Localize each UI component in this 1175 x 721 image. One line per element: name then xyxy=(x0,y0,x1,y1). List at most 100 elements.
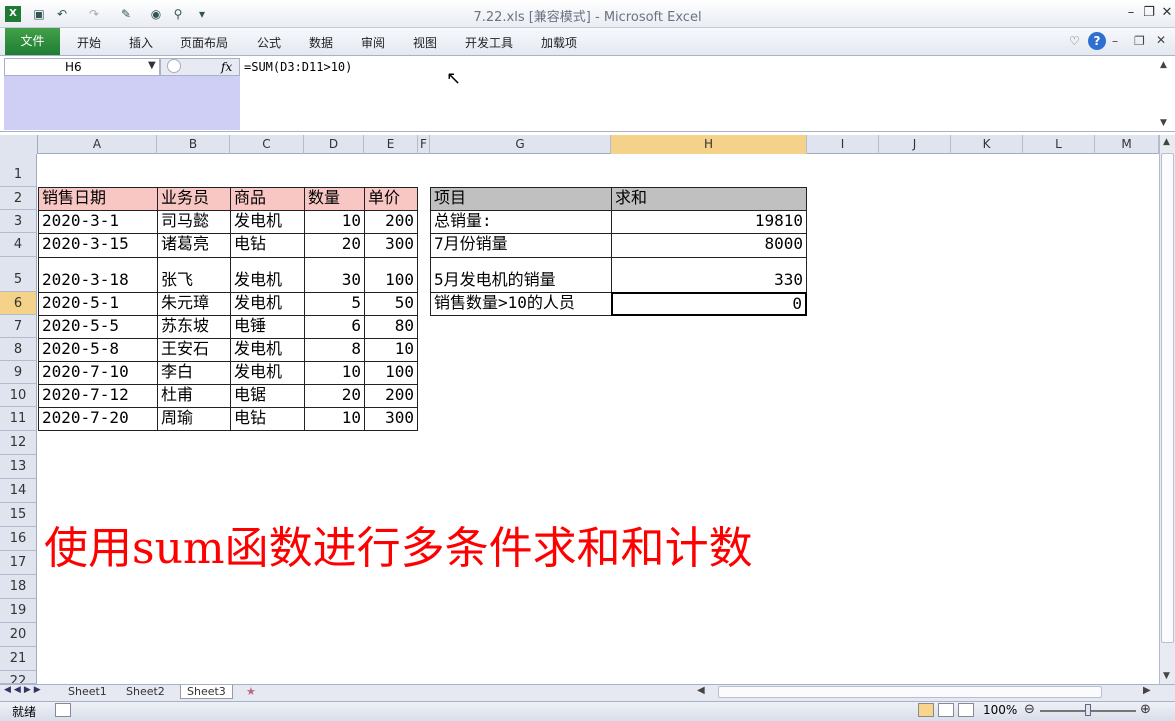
close-button[interactable]: ✕ xyxy=(1158,5,1175,21)
table-cell[interactable]: 100 xyxy=(364,257,418,293)
row-header[interactable]: 20 xyxy=(0,623,37,647)
column-header-d[interactable]: D xyxy=(304,135,364,154)
table-cell[interactable]: 李白 xyxy=(157,361,231,385)
table-cell[interactable]: 2020-7-12 xyxy=(38,384,158,408)
column-header-k[interactable]: K xyxy=(951,135,1023,154)
table-cell[interactable]: 2020-3-18 xyxy=(38,257,158,293)
formula-scroll-up-icon[interactable]: ▲ xyxy=(1160,60,1167,70)
row-header[interactable]: 8 xyxy=(0,338,37,361)
sheet-nav-icon[interactable]: ◀◀▶▶ xyxy=(4,685,44,695)
table-cell[interactable]: 20 xyxy=(304,384,365,408)
table-cell[interactable]: 2020-7-20 xyxy=(38,407,158,431)
table-cell[interactable]: 80 xyxy=(364,315,418,339)
page-layout-view-icon[interactable] xyxy=(938,703,954,717)
scroll-right-icon[interactable]: ▶ xyxy=(1143,685,1151,696)
table-header-cell[interactable]: 单价 xyxy=(364,187,418,211)
name-box-dropdown-icon[interactable]: ▼ xyxy=(148,60,156,71)
row-header[interactable]: 9 xyxy=(0,361,37,384)
zoom-slider-handle[interactable] xyxy=(1085,704,1091,716)
macro-record-icon[interactable] xyxy=(55,703,71,717)
summary-cell[interactable]: 5月发电机的销量 xyxy=(430,257,612,293)
row-header[interactable]: 13 xyxy=(0,455,37,479)
table-cell[interactable]: 100 xyxy=(364,361,418,385)
column-header-c[interactable]: C xyxy=(230,135,304,154)
summary-cell[interactable]: 7月份销量 xyxy=(430,233,612,258)
zoom-out-icon[interactable]: ⊖ xyxy=(1024,702,1035,717)
table-cell[interactable]: 电钻 xyxy=(230,407,305,431)
insert-sheet-icon[interactable]: ★ xyxy=(246,685,256,698)
zoom-level[interactable]: 100% xyxy=(983,703,1017,717)
table-cell[interactable]: 杜甫 xyxy=(157,384,231,408)
table-header-cell[interactable]: 业务员 xyxy=(157,187,231,211)
table-cell[interactable]: 2020-5-5 xyxy=(38,315,158,339)
zoom-in-icon[interactable]: ⊕ xyxy=(1140,702,1151,717)
summary-cell[interactable]: 销售数量>10的人员 xyxy=(430,292,612,316)
table-cell[interactable]: 发电机 xyxy=(230,292,305,316)
formula-input[interactable]: =SUM(D3:D11>10) xyxy=(244,60,352,74)
tab-formulas[interactable]: 公式 xyxy=(257,34,281,51)
row-header[interactable]: 22 xyxy=(0,671,37,684)
column-header-a[interactable]: A xyxy=(38,135,157,154)
table-cell[interactable]: 10 xyxy=(364,338,418,362)
summary-cell[interactable]: 8000 xyxy=(611,233,807,258)
summary-cell[interactable]: 19810 xyxy=(611,210,807,234)
horizontal-scroll-thumb[interactable] xyxy=(718,686,1102,698)
file-tab[interactable]: 文件 xyxy=(5,28,60,55)
column-header-i[interactable]: I xyxy=(807,135,879,154)
row-header[interactable]: 5 xyxy=(0,257,37,292)
table-cell[interactable]: 苏东坡 xyxy=(157,315,231,339)
table-cell[interactable]: 300 xyxy=(364,407,418,431)
column-header-m[interactable]: M xyxy=(1095,135,1159,154)
insert-function-icon[interactable]: fx xyxy=(221,59,232,75)
table-cell[interactable]: 电锤 xyxy=(230,315,305,339)
column-header-f[interactable]: F xyxy=(418,135,430,154)
row-header[interactable]: 6 xyxy=(0,292,37,315)
column-header-b[interactable]: B xyxy=(157,135,230,154)
table-cell[interactable]: 发电机 xyxy=(230,338,305,362)
select-all-button[interactable] xyxy=(0,135,38,154)
row-header[interactable]: 19 xyxy=(0,599,37,623)
vertical-scrollbar[interactable]: ▲ ▼ xyxy=(1159,135,1175,685)
table-cell[interactable]: 电钻 xyxy=(230,233,305,258)
tab-addins[interactable]: 加载项 xyxy=(541,34,577,51)
table-cell[interactable]: 朱元璋 xyxy=(157,292,231,316)
table-cell[interactable]: 30 xyxy=(304,257,365,293)
table-cell[interactable]: 2020-5-1 xyxy=(38,292,158,316)
table-cell[interactable]: 300 xyxy=(364,233,418,258)
workbook-minimize-icon[interactable]: – xyxy=(1112,34,1118,48)
tab-review[interactable]: 审阅 xyxy=(361,34,385,51)
workbook-restore-icon[interactable]: ❐ xyxy=(1134,34,1145,48)
table-cell[interactable]: 10 xyxy=(304,210,365,234)
row-header[interactable]: 12 xyxy=(0,431,37,455)
scroll-down-icon[interactable]: ▼ xyxy=(1163,671,1170,681)
table-cell[interactable]: 电锯 xyxy=(230,384,305,408)
table-cell[interactable]: 2020-3-1 xyxy=(38,210,158,234)
sheet-tab-1[interactable]: Sheet1 xyxy=(62,685,113,699)
tab-insert[interactable]: 插入 xyxy=(129,34,153,51)
tab-developer[interactable]: 开发工具 xyxy=(465,34,513,51)
table-header-cell[interactable]: 销售日期 xyxy=(38,187,158,211)
row-header[interactable]: 10 xyxy=(0,384,37,407)
table-cell[interactable]: 200 xyxy=(364,210,418,234)
column-header-j[interactable]: J xyxy=(879,135,951,154)
summary-header-cell[interactable]: 项目 xyxy=(430,187,612,211)
ribbon-minimize-icon[interactable]: ♡ xyxy=(1069,34,1080,48)
page-break-view-icon[interactable] xyxy=(958,703,974,717)
scroll-up-icon[interactable]: ▲ xyxy=(1163,137,1170,147)
tab-data[interactable]: 数据 xyxy=(309,34,333,51)
normal-view-icon[interactable] xyxy=(918,703,934,717)
table-cell[interactable]: 200 xyxy=(364,384,418,408)
minimize-button[interactable]: – xyxy=(1122,5,1140,21)
row-header[interactable]: 18 xyxy=(0,575,37,599)
row-header[interactable]: 4 xyxy=(0,233,37,257)
table-cell[interactable]: 发电机 xyxy=(230,210,305,234)
table-cell[interactable]: 10 xyxy=(304,361,365,385)
row-header[interactable]: 11 xyxy=(0,407,37,431)
table-cell[interactable]: 20 xyxy=(304,233,365,258)
table-cell[interactable]: 5 xyxy=(304,292,365,316)
tab-view[interactable]: 视图 xyxy=(413,34,437,51)
expand-icon[interactable] xyxy=(167,59,181,73)
table-cell[interactable]: 2020-7-10 xyxy=(38,361,158,385)
restore-button[interactable]: ❐ xyxy=(1140,5,1158,21)
table-cell[interactable]: 6 xyxy=(304,315,365,339)
